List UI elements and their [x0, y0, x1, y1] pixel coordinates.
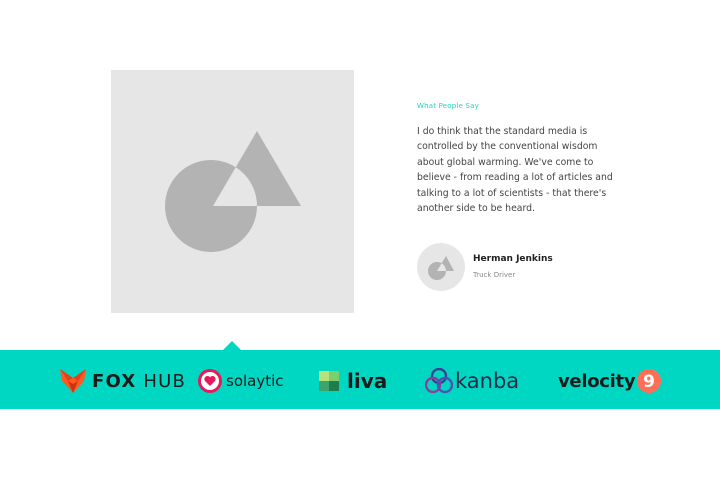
- section-eyebrow: What People Say: [417, 102, 479, 110]
- logo-liva-text: liva: [347, 369, 388, 393]
- logo-foxhub-fox: FOX: [92, 370, 137, 392]
- testimonial-author: Herman Jenkins Truck Driver: [417, 243, 617, 293]
- heart-icon: [198, 369, 222, 393]
- logo-kanba[interactable]: kanba: [425, 366, 519, 396]
- logo-velocity[interactable]: velocity 9: [558, 366, 662, 396]
- logo-foxhub-hub: HUB: [143, 370, 187, 392]
- logo-solaytic-text: solaytic: [226, 372, 284, 390]
- author-role: Truck Driver: [473, 271, 516, 279]
- logo-foxhub[interactable]: FOX HUB: [60, 366, 186, 396]
- logo-foxhub-text: FOX HUB: [92, 371, 186, 392]
- author-avatar: [417, 243, 465, 291]
- image-placeholder-icon: [165, 131, 301, 252]
- liva-cube-icon: [319, 371, 339, 391]
- logo-velocity-text: velocity: [558, 370, 636, 392]
- featured-image: [111, 70, 354, 313]
- velocity-nine-badge-icon: 9: [637, 369, 662, 393]
- logo-liva[interactable]: liva: [317, 366, 387, 396]
- avatar-icon: [428, 256, 454, 280]
- kanba-rings-icon: [425, 368, 453, 394]
- testimonial-quote: I do think that the standard media is co…: [417, 126, 613, 215]
- velocity-badge-number: 9: [643, 372, 655, 392]
- logo-kanba-text: kanba: [455, 369, 520, 393]
- logo-solaytic[interactable]: solaytic: [198, 366, 284, 396]
- author-name: Herman Jenkins: [473, 254, 553, 264]
- fox-icon: [60, 369, 86, 393]
- band-pointer: [223, 341, 241, 350]
